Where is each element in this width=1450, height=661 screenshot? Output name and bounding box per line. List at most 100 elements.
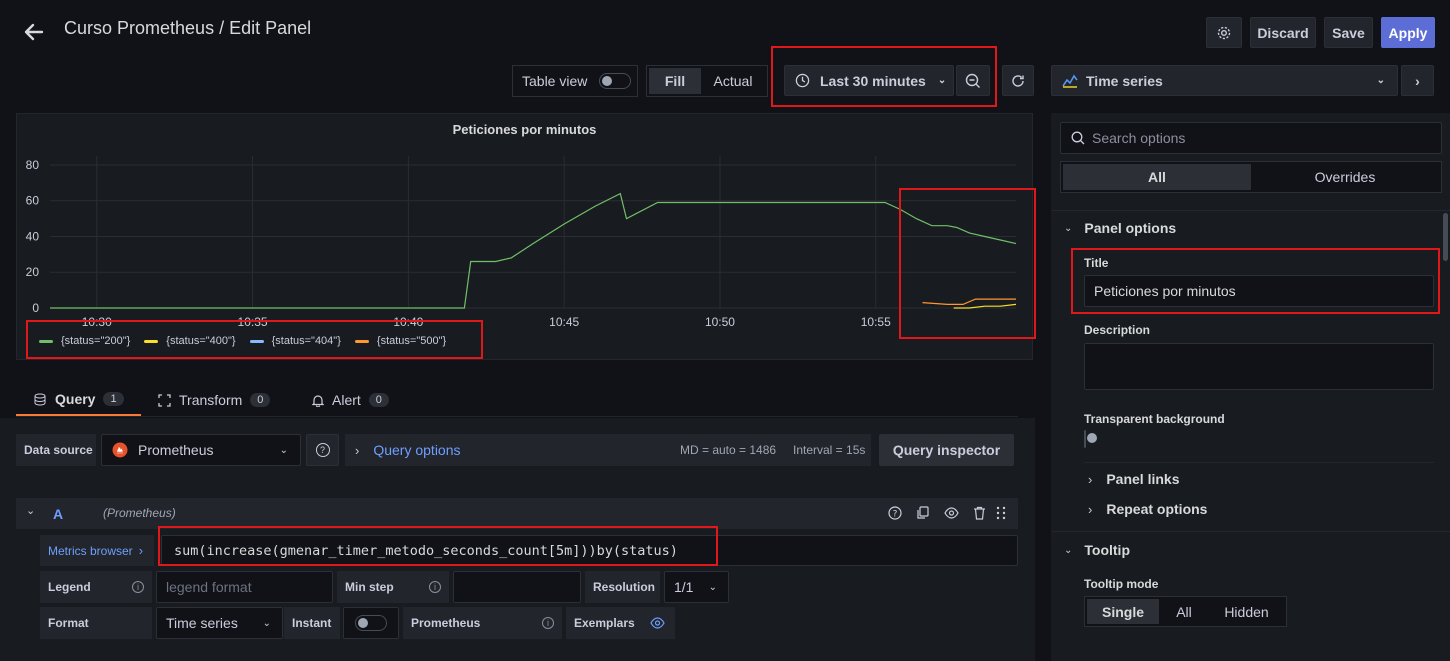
min-step-label-text: Min step [345, 580, 394, 594]
transform-icon [158, 393, 171, 407]
visualization-picker[interactable]: Time series ⌄ [1051, 65, 1398, 96]
page-title: Curso Prometheus / Edit Panel [64, 18, 312, 38]
x-tick-label: 10:50 [705, 315, 735, 329]
tab-all[interactable]: All [1063, 164, 1251, 190]
info-icon: i [132, 581, 144, 593]
chevron-down-icon: ⌄ [1064, 222, 1073, 234]
description-field-label: Description [1084, 323, 1151, 337]
save-button[interactable]: Save [1324, 17, 1373, 48]
tab-transform-label: Transform [179, 392, 243, 408]
gear-icon [1217, 26, 1231, 39]
legend-format-placeholder: legend format [166, 579, 252, 595]
legend-item[interactable]: {status="400"} [144, 335, 236, 347]
query-row-header: ⌄ A (Prometheus) ? [16, 498, 1018, 529]
table-view-toggle[interactable]: Table view [512, 65, 638, 97]
tab-transform[interactable]: Transform 0 [158, 384, 271, 416]
tooltip-mode-all[interactable]: All [1159, 599, 1209, 624]
x-tick-label: 10:55 [861, 315, 891, 329]
tooltip-mode-label: Tooltip mode [1084, 577, 1159, 591]
min-step-input[interactable] [453, 571, 581, 603]
datasource-label: Data source [16, 434, 96, 466]
legend-item[interactable]: {status="200"} [39, 335, 130, 347]
format-select[interactable]: Time series ⌄ [156, 607, 283, 639]
back-arrow-icon[interactable] [22, 20, 46, 44]
metrics-browser-label: Metrics browser [48, 543, 133, 558]
title-field-label: Title [1084, 256, 1109, 270]
collapse-chevron-icon[interactable]: ⌄ [26, 504, 35, 517]
chevron-down-icon: ⌄ [1376, 75, 1385, 86]
description-textarea[interactable] [1084, 343, 1434, 390]
prometheus-type-label-text: Prometheus [411, 616, 481, 630]
tab-transform-count: 0 [250, 393, 271, 407]
resolution-label: Resolution [585, 571, 660, 603]
exemplars-label: Exemplars [566, 607, 675, 639]
format-label: Format [40, 607, 152, 639]
legend-item[interactable]: {status="404"} [249, 335, 341, 347]
resolution-select[interactable]: 1/1 ⌄ [664, 571, 729, 603]
datasource-name: Prometheus [138, 442, 214, 458]
instant-switch[interactable] [355, 615, 387, 631]
transparent-bg-label: Transparent background [1084, 412, 1225, 426]
apply-button[interactable]: Apply [1381, 17, 1435, 48]
viz-name: Time series [1086, 72, 1163, 89]
duplicate-icon[interactable] [916, 506, 930, 520]
collapse-options-button[interactable]: › [1401, 65, 1434, 96]
legend-format-input[interactable]: legend format [156, 571, 333, 603]
actual-option[interactable]: Actual [701, 68, 765, 94]
zoom-out-button[interactable] [956, 65, 990, 96]
panel-options-label: Panel options [1084, 220, 1177, 236]
title-input-value: Peticiones por minutos [1094, 283, 1236, 299]
legend-item[interactable]: {status="500"} [354, 335, 447, 347]
tab-query[interactable]: Query 1 [16, 384, 141, 416]
title-input[interactable]: Peticiones por minutos [1084, 275, 1434, 307]
tooltip-header[interactable]: ⌄ Tooltip [1064, 542, 1130, 558]
search-icon [1071, 131, 1085, 145]
tab-alert-label: Alert [332, 392, 361, 408]
chevron-right-icon: › [138, 543, 144, 558]
table-view-switch[interactable] [599, 73, 632, 89]
legend-label: {status="500"} [376, 335, 447, 347]
instant-label: Instant [284, 607, 340, 639]
eye-icon[interactable] [944, 507, 959, 519]
legend: {status="200"} {status="400"} {status="404… [39, 335, 446, 347]
chevron-down-icon: ⌄ [1064, 544, 1073, 556]
tooltip-mode-single[interactable]: Single [1087, 599, 1159, 624]
tooltip-mode-radio: Single All Hidden [1084, 596, 1287, 627]
database-icon [34, 393, 46, 406]
drag-handle-icon[interactable] [996, 506, 1006, 520]
panel-options-header[interactable]: ⌄ Panel options [1064, 220, 1176, 236]
svg-text:?: ? [893, 510, 898, 520]
query-options-bar[interactable]: › Query options MD = auto = 1486 Interva… [345, 434, 871, 466]
refresh-button[interactable] [1002, 65, 1034, 96]
discard-button[interactable]: Discard [1250, 17, 1316, 48]
repeat-options-header[interactable]: › Repeat options [1088, 501, 1207, 517]
transparent-bg-switch[interactable] [1084, 430, 1086, 448]
panel-container: Peticiones por minutos 0 20 40 60 80 10:30 10:… [16, 113, 1033, 360]
help-icon[interactable]: ? [888, 506, 902, 520]
query-inspector-button[interactable]: Query inspector [879, 434, 1014, 466]
info-icon: i [429, 581, 441, 593]
tab-overrides[interactable]: Overrides [1251, 164, 1439, 190]
tab-alert[interactable]: Alert 0 [312, 384, 389, 416]
datasource-help-button[interactable]: ? [306, 434, 339, 466]
fill-option[interactable]: Fill [649, 68, 701, 94]
divider [1084, 462, 1434, 463]
datasource-picker[interactable]: Prometheus ⌄ [101, 434, 301, 466]
legend-label: {status="404"} [271, 335, 341, 347]
series-line [50, 192, 1017, 309]
time-series-icon [1062, 74, 1078, 88]
options-scrollbar[interactable] [1443, 213, 1448, 261]
y-tick-label: 60 [26, 194, 40, 208]
panel-links-header[interactable]: › Panel links [1088, 471, 1180, 487]
promql-editor[interactable]: sum(increase(gmenar_timer_metodo_seconds… [161, 535, 1018, 566]
time-range-picker[interactable]: Last 30 minutes ⌄ [784, 65, 954, 96]
promql-expression: sum(increase(gmenar_timer_metodo_seconds… [174, 542, 678, 559]
search-options-input[interactable]: Search options [1060, 122, 1442, 154]
query-ref-id[interactable]: A [53, 506, 63, 522]
eye-icon[interactable] [650, 617, 665, 629]
trash-icon[interactable] [973, 506, 986, 520]
instant-toggle-container [343, 607, 399, 639]
tooltip-mode-hidden[interactable]: Hidden [1209, 599, 1284, 624]
settings-button[interactable] [1206, 17, 1242, 48]
metrics-browser-button[interactable]: Metrics browser › [40, 535, 154, 566]
